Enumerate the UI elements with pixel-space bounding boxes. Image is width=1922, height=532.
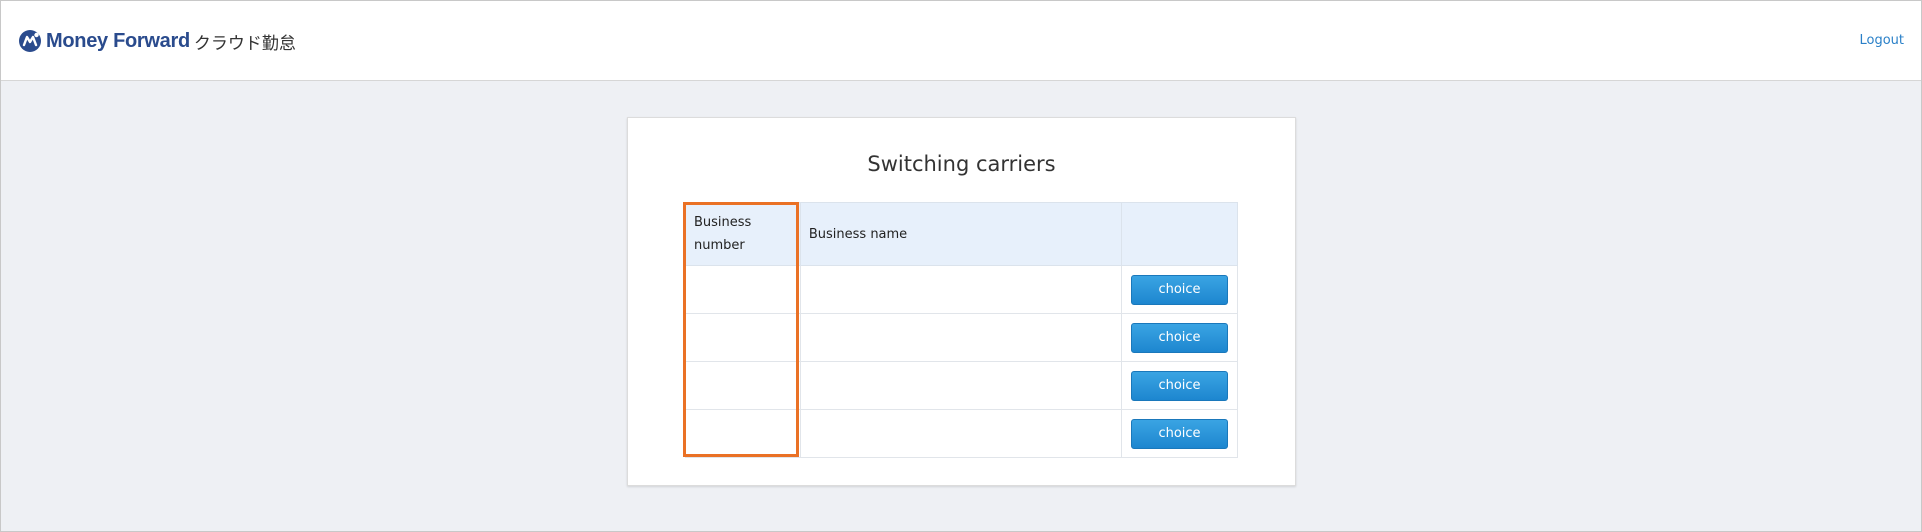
table-row: choice — [685, 361, 1238, 410]
column-header-business-name: Business name — [799, 202, 1123, 266]
choice-button[interactable]: choice — [1131, 322, 1228, 353]
page-title: Switching carriers — [867, 152, 1056, 176]
product-name: クラウド勤怠 — [193, 33, 296, 54]
action-cell: choice — [1121, 313, 1238, 362]
choice-button[interactable]: choice — [1131, 370, 1228, 401]
choice-button[interactable]: choice — [1131, 274, 1228, 305]
money-forward-logo-icon — [19, 30, 41, 52]
action-cell: choice — [1121, 361, 1238, 410]
table-row: choice — [685, 409, 1238, 458]
column-header-business-number-label: Business number — [694, 215, 752, 253]
business-name-cell — [799, 361, 1123, 410]
logout-link[interactable]: Logout — [1859, 33, 1904, 48]
business-number-cell — [685, 313, 801, 362]
column-header-action — [1121, 202, 1238, 266]
business-number-cell — [685, 361, 801, 410]
table-row: choice — [685, 313, 1238, 362]
carrier-switch-card: Switching carriers Business number Busine… — [627, 117, 1296, 486]
column-header-business-number: Business number — [685, 202, 801, 266]
action-cell: choice — [1121, 409, 1238, 458]
top-header: Money Forward クラウド勤怠 Logout — [1, 1, 1921, 81]
brand-logo[interactable]: Money Forward クラウド勤怠 — [18, 29, 296, 54]
table-header-row: Business number Business name — [685, 202, 1238, 266]
business-number-cell — [685, 409, 801, 458]
business-name-cell — [799, 265, 1123, 314]
business-name-cell — [799, 409, 1123, 458]
choice-button[interactable]: choice — [1131, 418, 1228, 449]
action-cell: choice — [1121, 265, 1238, 314]
business-number-cell — [685, 265, 801, 314]
brand-name: Money Forward — [46, 29, 190, 52]
table-row: choice — [685, 265, 1238, 314]
carriers-table: Business number Business name choice choi… — [685, 202, 1238, 458]
business-name-cell — [799, 313, 1123, 362]
